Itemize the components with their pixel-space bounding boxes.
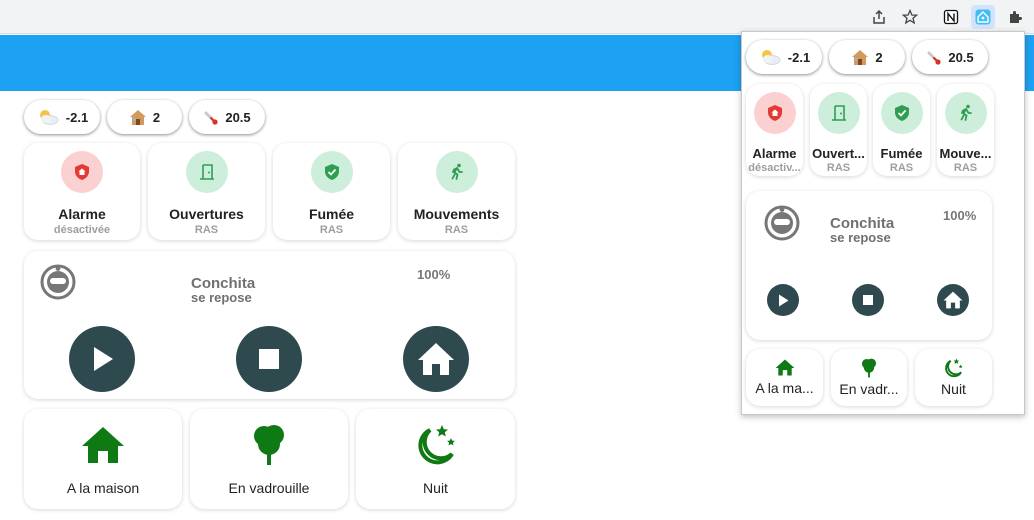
popup-scene-out-card[interactable]: En vadr...: [831, 349, 907, 406]
home-icon: [775, 359, 794, 376]
popup-vacuum-name: Conchita: [830, 215, 895, 232]
popup-vacuum-battery: 100%: [943, 208, 977, 223]
cloud-sun-icon: [39, 110, 59, 125]
puzzle-icon[interactable]: [1003, 5, 1027, 29]
moon-stars-icon: [417, 425, 455, 465]
moon-stars-icon: [945, 358, 963, 378]
motion-card[interactable]: Mouvements RAS: [398, 143, 515, 240]
weather-chip[interactable]: -2.1: [24, 100, 100, 134]
weather-value: -2.1: [65, 109, 89, 125]
vacuum-battery: 100%: [417, 267, 451, 282]
popup-scene-out-label: En vadr...: [839, 381, 899, 397]
scene-out-label: En vadrouille: [228, 480, 310, 496]
share-icon[interactable]: [867, 5, 891, 29]
popup-scene-night-card[interactable]: Nuit: [915, 349, 992, 406]
robot-vacuum-icon: [40, 264, 76, 305]
alarm-status-icon: [753, 92, 796, 134]
home-icon: [943, 291, 963, 309]
popup-vacuum-card[interactable]: Conchita se repose 100%: [746, 191, 992, 340]
house-icon: [129, 109, 146, 125]
popup-smoke-subtitle: RAS: [889, 162, 914, 174]
smoke-subtitle: RAS: [319, 224, 344, 236]
popup-weather-value: -2.1: [787, 49, 811, 65]
popup-motion-title: Mouve...: [939, 146, 992, 161]
door-status-icon: [185, 151, 228, 193]
home-icon: [82, 427, 124, 463]
popup-smoke-card[interactable]: Fumée RAS: [873, 84, 930, 176]
tree-icon: [861, 358, 877, 378]
popup-scene-home-label: A la ma...: [755, 380, 814, 396]
popup-scene-night-label: Nuit: [941, 381, 966, 397]
popup-scene-home-card[interactable]: A la ma...: [746, 349, 823, 406]
home-chip[interactable]: 2: [107, 100, 182, 134]
door-status-icon: [817, 92, 860, 134]
popup-openings-card[interactable]: Ouvert... RAS: [810, 84, 867, 176]
tree-icon: [254, 425, 284, 465]
home-count: 2: [152, 109, 161, 125]
robot-vacuum-icon: [764, 205, 800, 246]
scene-home-card[interactable]: A la maison: [24, 409, 182, 509]
motion-title: Mouvements: [413, 206, 500, 222]
popup-alarm-subtitle: désactiv...: [748, 162, 801, 174]
shield-check-icon: [310, 151, 353, 193]
smoke-title: Fumée: [308, 206, 355, 222]
play-icon: [779, 294, 789, 306]
play-button[interactable]: [69, 326, 135, 392]
popup-motion-subtitle: RAS: [953, 162, 978, 174]
motion-subtitle: RAS: [444, 224, 469, 236]
alarm-subtitle: désactivée: [53, 224, 111, 236]
home-assistant-icon[interactable]: [971, 5, 995, 29]
openings-subtitle: RAS: [194, 224, 219, 236]
notion-icon[interactable]: [939, 5, 963, 29]
popup-vacuum-state: se repose: [830, 230, 891, 245]
alarm-status-icon: [61, 151, 103, 193]
popup-smoke-title: Fumée: [880, 146, 923, 161]
temperature-chip[interactable]: 20.5: [189, 100, 265, 134]
popup-alarm-title: Alarme: [752, 146, 797, 161]
temperature-value: 20.5: [225, 109, 251, 125]
walking-icon: [944, 92, 987, 134]
vacuum-state: se repose: [191, 290, 252, 305]
star-icon[interactable]: [898, 5, 922, 29]
scene-night-label: Nuit: [423, 480, 448, 496]
scene-night-card[interactable]: Nuit: [356, 409, 515, 509]
popup-openings-title: Ouvert...: [812, 146, 865, 161]
popup-temperature-value: 20.5: [948, 49, 974, 65]
vacuum-card[interactable]: Conchita se repose 100%: [24, 251, 515, 399]
vacuum-name: Conchita: [191, 275, 256, 292]
thermometer-icon: [204, 111, 218, 125]
openings-card[interactable]: Ouvertures RAS: [148, 143, 265, 240]
home-icon: [418, 343, 454, 375]
shield-check-icon: [880, 92, 923, 134]
popup-return-home-button[interactable]: [937, 284, 969, 316]
play-icon: [94, 347, 113, 371]
browser-toolbar: [0, 0, 1034, 34]
alarm-title: Alarme: [58, 206, 106, 222]
stop-icon: [863, 295, 873, 305]
stop-icon: [259, 349, 279, 369]
popup-home-chip[interactable]: 2: [829, 40, 905, 74]
popup-stop-button[interactable]: [852, 284, 884, 316]
thermometer-icon: [927, 51, 941, 65]
scene-out-card[interactable]: En vadrouille: [190, 409, 348, 509]
openings-title: Ouvertures: [169, 206, 244, 222]
return-home-button[interactable]: [403, 326, 469, 392]
extension-popup: -2.1 2 20.5 Alarme désactiv... Ouvert...…: [741, 31, 1025, 415]
house-icon: [852, 49, 869, 65]
popup-home-count: 2: [875, 49, 883, 65]
popup-alarm-card[interactable]: Alarme désactiv...: [746, 84, 803, 176]
popup-motion-card[interactable]: Mouve... RAS: [937, 84, 994, 176]
popup-temperature-chip[interactable]: 20.5: [912, 40, 988, 74]
scene-home-label: A la maison: [66, 480, 140, 496]
stop-button[interactable]: [236, 326, 302, 392]
popup-openings-subtitle: RAS: [826, 162, 851, 174]
alarm-card[interactable]: Alarme désactivée: [24, 143, 140, 240]
cloud-sun-icon: [761, 50, 781, 65]
popup-weather-chip[interactable]: -2.1: [746, 40, 822, 74]
smoke-card[interactable]: Fumée RAS: [273, 143, 390, 240]
walking-icon: [435, 151, 478, 193]
popup-play-button[interactable]: [767, 284, 799, 316]
